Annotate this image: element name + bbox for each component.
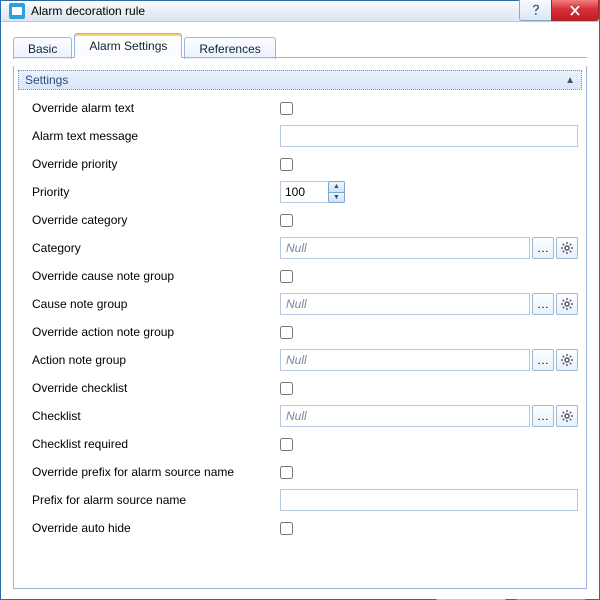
- label-override-alarm-text: Override alarm text: [32, 101, 280, 115]
- checkbox-override-prefix[interactable]: [280, 466, 293, 479]
- row-override-category: Override category: [14, 206, 586, 234]
- settings-category-button[interactable]: [556, 237, 578, 259]
- row-cause-group: Cause note group Null …: [14, 290, 586, 318]
- tabstrip: Basic Alarm Settings References: [13, 34, 587, 58]
- gear-icon: [560, 409, 574, 423]
- priority-spin-down[interactable]: ▼: [328, 192, 345, 204]
- row-prefix: Prefix for alarm source name: [14, 486, 586, 514]
- label-override-checklist: Override checklist: [32, 381, 280, 395]
- checkbox-checklist-required[interactable]: [280, 438, 293, 451]
- input-alarm-text-message[interactable]: [280, 125, 578, 147]
- app-icon: [9, 3, 25, 19]
- label-cause-group: Cause note group: [32, 297, 280, 311]
- label-override-priority: Override priority: [32, 157, 280, 171]
- browse-category-button[interactable]: …: [532, 237, 554, 259]
- label-priority: Priority: [32, 185, 280, 199]
- select-cause-group[interactable]: Null: [280, 293, 530, 315]
- dialog-window: Alarm decoration rule Basic Alarm Settin…: [0, 0, 600, 600]
- window-title: Alarm decoration rule: [31, 4, 145, 18]
- browse-action-button[interactable]: …: [532, 349, 554, 371]
- checkbox-override-auto-hide[interactable]: [280, 522, 293, 535]
- select-category[interactable]: Null: [280, 237, 530, 259]
- checkbox-override-action[interactable]: [280, 326, 293, 339]
- settings-cause-button[interactable]: [556, 293, 578, 315]
- gear-icon: [560, 353, 574, 367]
- label-alarm-text-message: Alarm text message: [32, 129, 280, 143]
- row-checklist: Checklist Null …: [14, 402, 586, 430]
- label-category: Category: [32, 241, 280, 255]
- gear-icon: [560, 297, 574, 311]
- row-override-auto-hide: Override auto hide: [14, 514, 586, 542]
- group-header-label: Settings: [25, 73, 68, 87]
- dots-icon: …: [537, 297, 549, 311]
- input-prefix[interactable]: [280, 489, 578, 511]
- select-action-group[interactable]: Null: [280, 349, 530, 371]
- checkbox-override-category[interactable]: [280, 214, 293, 227]
- label-checklist: Checklist: [32, 409, 280, 423]
- checkbox-override-priority[interactable]: [280, 158, 293, 171]
- label-prefix: Prefix for alarm source name: [32, 493, 280, 507]
- checkbox-override-alarm-text[interactable]: [280, 102, 293, 115]
- label-override-category: Override category: [32, 213, 280, 227]
- row-override-action: Override action note group: [14, 318, 586, 346]
- settings-scroll[interactable]: Settings ▲ Override alarm text Alarm tex…: [14, 66, 586, 588]
- row-alarm-text-message: Alarm text message: [14, 122, 586, 150]
- row-action-group: Action note group Null …: [14, 346, 586, 374]
- tab-references[interactable]: References: [184, 37, 275, 59]
- row-override-priority: Override priority: [14, 150, 586, 178]
- row-category: Category Null …: [14, 234, 586, 262]
- titlebar-help-button[interactable]: [519, 0, 551, 21]
- help-icon: [531, 4, 541, 16]
- browse-checklist-button[interactable]: …: [532, 405, 554, 427]
- row-priority: Priority ▲ ▼: [14, 178, 586, 206]
- row-override-prefix: Override prefix for alarm source name: [14, 458, 586, 486]
- gear-icon: [560, 241, 574, 255]
- browse-cause-button[interactable]: …: [532, 293, 554, 315]
- label-override-prefix: Override prefix for alarm source name: [32, 465, 280, 479]
- dots-icon: …: [537, 353, 549, 367]
- settings-action-button[interactable]: [556, 349, 578, 371]
- spinner-priority: ▲ ▼: [280, 181, 345, 203]
- input-priority[interactable]: [280, 181, 328, 203]
- label-override-action: Override action note group: [32, 325, 280, 339]
- close-icon: [569, 5, 581, 16]
- dots-icon: …: [537, 409, 549, 423]
- titlebar: Alarm decoration rule: [1, 1, 599, 22]
- row-override-cause: Override cause note group: [14, 262, 586, 290]
- row-checklist-required: Checklist required: [14, 430, 586, 458]
- dots-icon: …: [537, 241, 549, 255]
- select-checklist[interactable]: Null: [280, 405, 530, 427]
- settings-pane: Settings ▲ Override alarm text Alarm tex…: [13, 66, 587, 589]
- priority-spin-up[interactable]: ▲: [328, 181, 345, 192]
- titlebar-close-button[interactable]: [551, 0, 599, 21]
- row-override-alarm-text: Override alarm text: [14, 94, 586, 122]
- label-override-cause: Override cause note group: [32, 269, 280, 283]
- label-checklist-required: Checklist required: [32, 437, 280, 451]
- checkbox-override-cause[interactable]: [280, 270, 293, 283]
- group-header-settings[interactable]: Settings ▲: [18, 70, 582, 90]
- settings-checklist-button[interactable]: [556, 405, 578, 427]
- checkbox-override-checklist[interactable]: [280, 382, 293, 395]
- row-override-checklist: Override checklist: [14, 374, 586, 402]
- collapse-icon: ▲: [565, 75, 575, 86]
- tab-alarm-settings[interactable]: Alarm Settings: [74, 33, 182, 58]
- label-override-auto-hide: Override auto hide: [32, 521, 280, 535]
- label-action-group: Action note group: [32, 353, 280, 367]
- tab-basic[interactable]: Basic: [13, 37, 72, 59]
